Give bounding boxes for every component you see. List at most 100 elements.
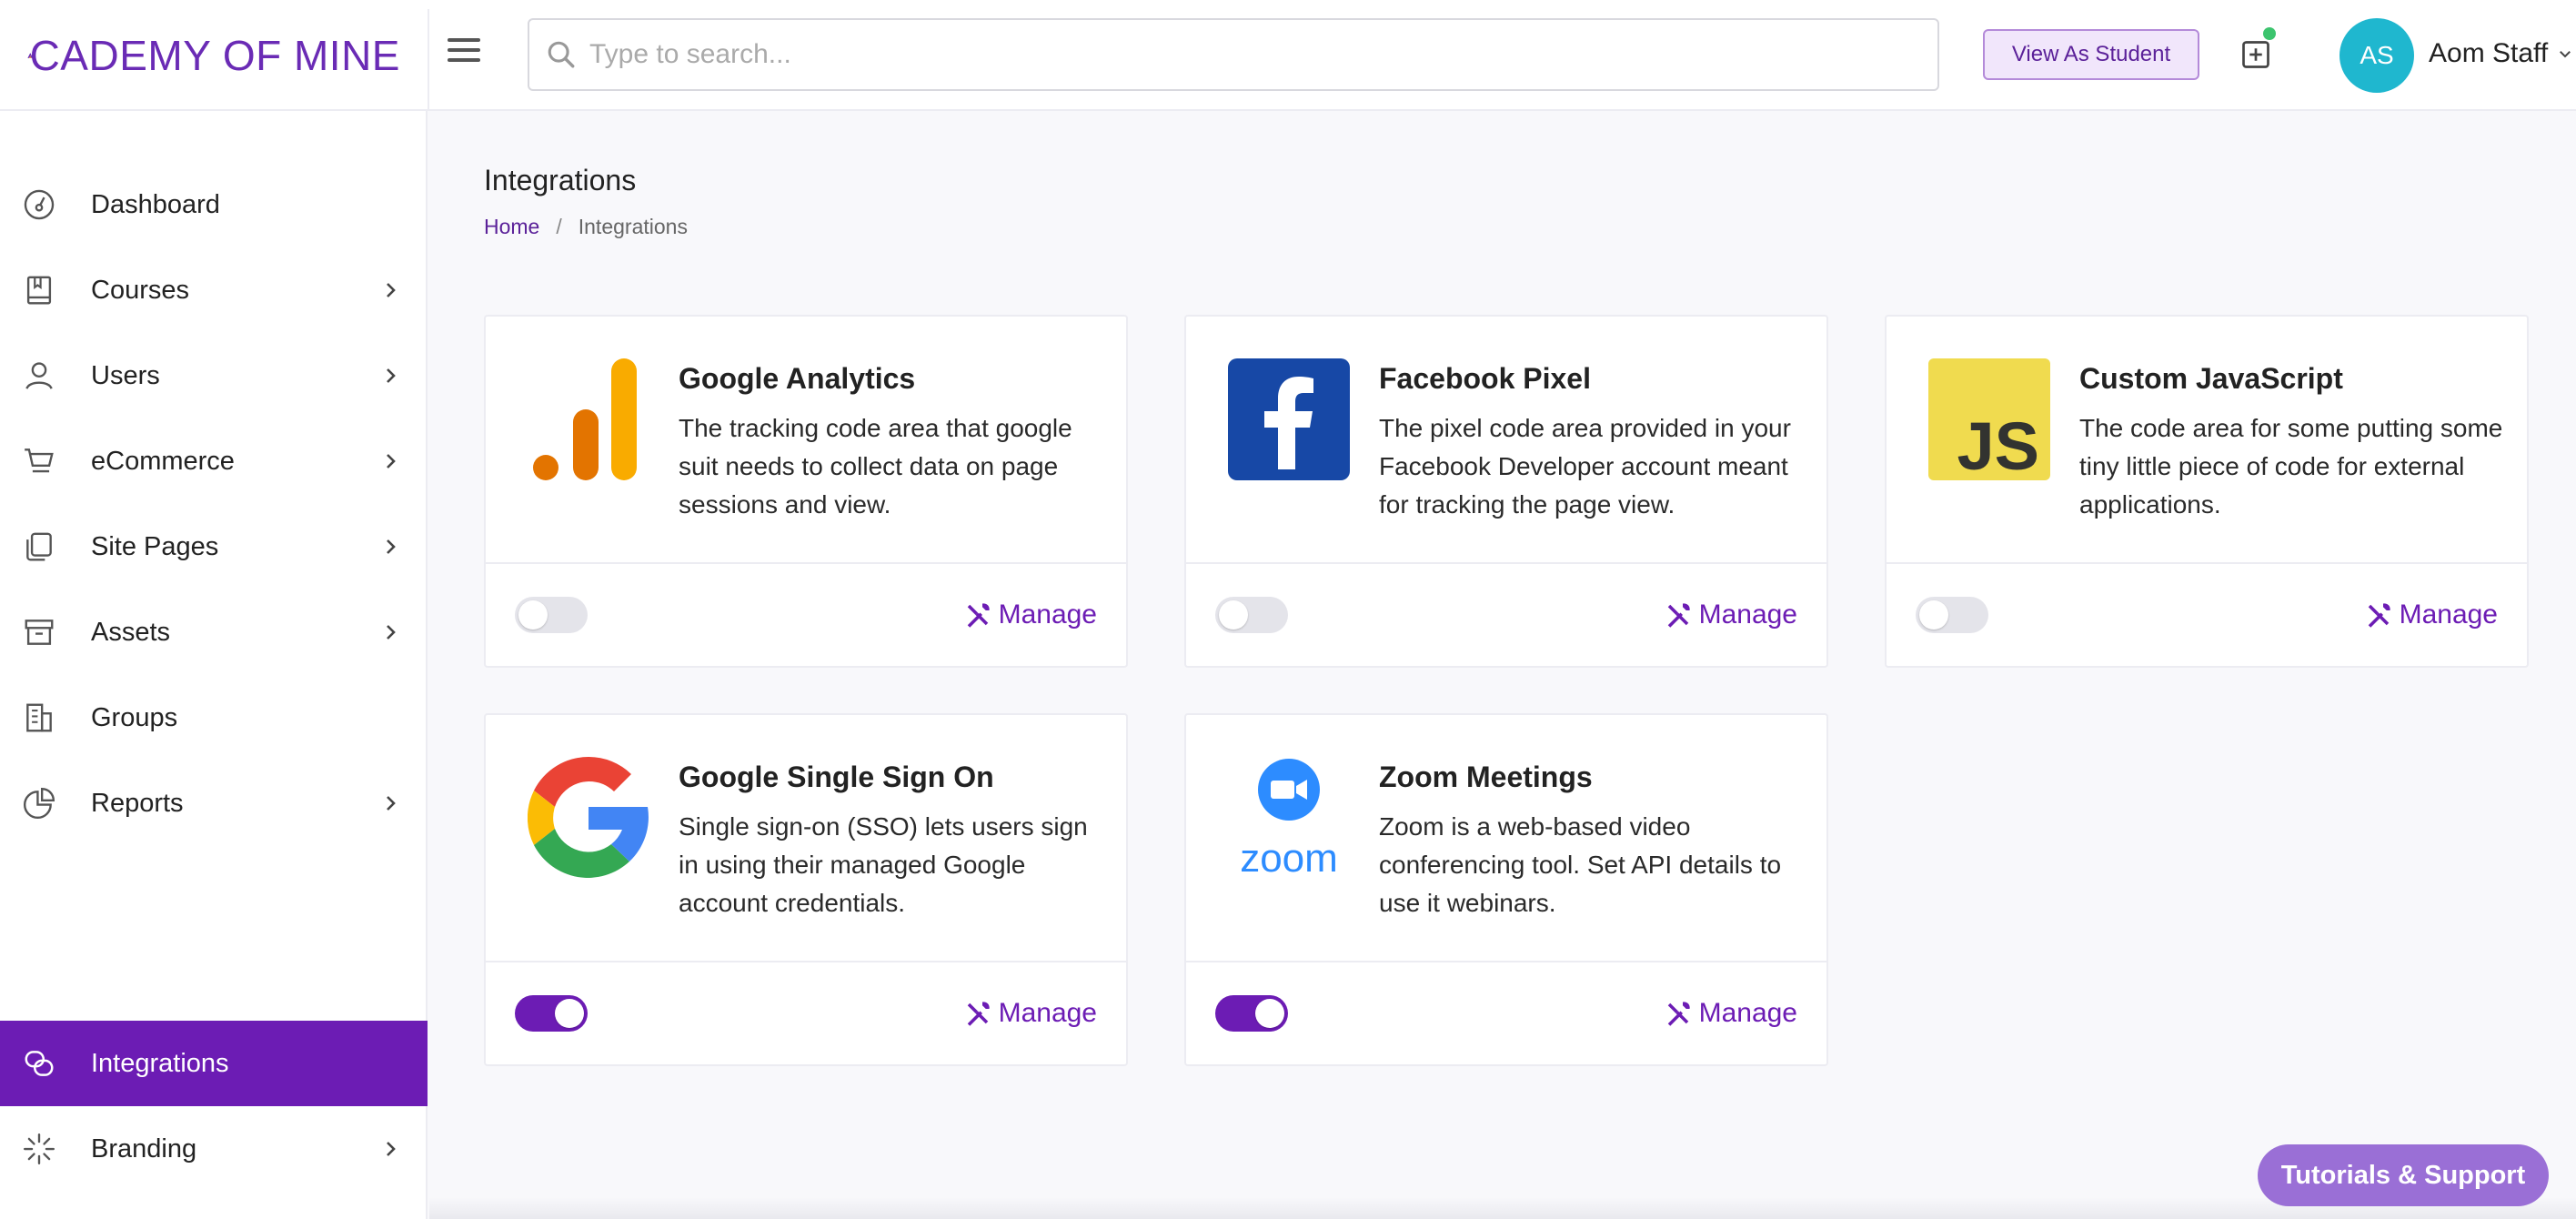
sidebar-item-label: Branding: [91, 1133, 197, 1164]
sidebar-item-assets[interactable]: Assets: [0, 589, 428, 675]
manage-label: Manage: [1698, 998, 1797, 1028]
tools-icon: [2368, 603, 2390, 628]
card-title: Google Analytics: [679, 362, 916, 395]
card-description: The pixel code area provided in your Fac…: [1379, 414, 1791, 519]
enable-toggle[interactable]: [1215, 995, 1288, 1032]
enable-toggle[interactable]: [1215, 597, 1288, 633]
sparkle-icon: [23, 1133, 55, 1165]
sidebar-item-site-pages[interactable]: Site Pages: [0, 504, 428, 589]
facebook-icon: [1228, 358, 1350, 480]
user-icon: [25, 362, 53, 389]
book-icon: [26, 276, 52, 305]
menu-toggle-icon[interactable]: [448, 38, 480, 71]
breadcrumb-home-link[interactable]: Home: [484, 215, 539, 239]
breadcrumb-current: Integrations: [578, 215, 688, 238]
manage-button[interactable]: Manage: [1665, 597, 1797, 633]
cart-icon: [25, 448, 54, 473]
archive-icon: [25, 620, 54, 645]
view-as-student-button[interactable]: View As Student: [1983, 29, 2199, 80]
zoom-icon: zoom: [1240, 759, 1338, 879]
sidebar-item-dashboard[interactable]: Dashboard: [0, 162, 428, 247]
logo-text: CADEMY OF MINE: [29, 32, 400, 79]
sidebar-item-label: Site Pages: [91, 531, 219, 561]
dashboard-icon: [24, 189, 55, 220]
card-title: Facebook Pixel: [1379, 362, 1591, 395]
search-icon: [548, 41, 575, 68]
breadcrumb-separator: /: [556, 215, 562, 238]
manage-label: Manage: [998, 599, 1097, 630]
manage-label: Manage: [998, 998, 1097, 1028]
sidebar-item-ecommerce[interactable]: eCommerce: [0, 418, 428, 504]
manage-button[interactable]: Manage: [964, 995, 1097, 1032]
integration-card-facebook-pixel: Facebook Pixel The pixel code area provi…: [1184, 315, 1828, 668]
notification-dot: [2263, 27, 2276, 40]
breadcrumb: Home / Integrations: [484, 215, 688, 239]
google-icon: [528, 757, 649, 878]
add-square-icon[interactable]: [2239, 38, 2272, 71]
sidebar-item-label: Users: [91, 360, 160, 390]
pie-chart-icon: [24, 787, 55, 819]
manage-label: Manage: [2399, 599, 2498, 630]
sidebar-item-label: Dashboard: [91, 189, 220, 219]
sidebar-item-courses[interactable]: Courses: [0, 247, 428, 333]
tutorials-support-button[interactable]: Tutorials & Support: [2258, 1144, 2549, 1206]
enable-toggle[interactable]: [1916, 597, 1988, 633]
card-description: The tracking code area that google suit …: [679, 414, 1072, 519]
chevron-right-icon: [387, 625, 396, 640]
sidebar-item-label: eCommerce: [91, 446, 235, 476]
javascript-logo-text: JS: [1957, 408, 2039, 480]
integration-card-custom-javascript: JS Custom JavaScript The code area for s…: [1885, 315, 2529, 668]
sidebar-item-label: Assets: [91, 617, 171, 647]
chevron-right-icon: [387, 539, 396, 554]
card-title: Custom JavaScript: [2079, 362, 2343, 395]
card-description: The code area for some putting some tiny…: [2079, 414, 2503, 519]
card-body: JS Custom JavaScript The code area for s…: [1887, 317, 2527, 564]
academy-of-mine-logo[interactable]: CADEMY OF MINE: [27, 24, 400, 87]
manage-button[interactable]: Manage: [2365, 597, 2498, 633]
sidebar-item-label: Integrations: [91, 1048, 229, 1078]
sidebar-item-branding[interactable]: Branding: [0, 1106, 428, 1192]
tools-icon: [967, 1002, 990, 1026]
manage-label: Manage: [1698, 599, 1797, 630]
tools-icon: [1667, 603, 1690, 628]
user-name-label: Aom Staff: [2429, 38, 2549, 68]
enable-toggle[interactable]: [515, 597, 588, 633]
chevron-right-icon: [387, 1142, 396, 1156]
tools-icon: [1667, 1002, 1690, 1026]
zoom-logo-text: zoom: [1240, 836, 1338, 879]
bottom-scroll-shadow: [429, 1197, 2576, 1219]
tools-icon: [967, 603, 990, 628]
javascript-icon: JS: [1928, 358, 2050, 480]
page-title: Integrations: [484, 164, 637, 196]
sidebar: Dashboard Courses Users eCommerce Site P…: [0, 111, 428, 1219]
integration-card-zoom-meetings: zoom Zoom Meetings Zoom is a web-based v…: [1184, 713, 1828, 1066]
enable-toggle[interactable]: [515, 995, 588, 1032]
avatar[interactable]: AS: [2340, 18, 2414, 93]
chevron-right-icon: [387, 283, 396, 297]
search-bar[interactable]: [528, 18, 1939, 91]
sidebar-item-integrations[interactable]: Integrations: [0, 1021, 428, 1106]
search-input[interactable]: [589, 39, 1863, 70]
card-body: Google Analytics The tracking code area …: [486, 317, 1126, 564]
sidebar-item-reports[interactable]: Reports: [0, 761, 428, 846]
integration-card-google-analytics: Google Analytics The tracking code area …: [484, 315, 1128, 668]
chevron-right-icon: [387, 454, 396, 468]
sidebar-item-label: Groups: [91, 702, 178, 732]
integration-card-google-sso: Google Single Sign On Single sign-on (SS…: [484, 713, 1128, 1066]
header-divider: [428, 9, 429, 111]
building-icon: [26, 703, 52, 732]
chevron-right-icon: [387, 796, 396, 811]
google-analytics-icon: [533, 358, 637, 480]
integrations-icon: [25, 1051, 54, 1076]
sidebar-item-users[interactable]: Users: [0, 333, 428, 418]
card-description: Zoom is a web-based video conferencing t…: [1379, 812, 1782, 917]
card-description: Single sign-on (SSO) lets users sign in …: [679, 812, 1088, 917]
chevron-down-icon: [2560, 51, 2571, 58]
top-header: CADEMY OF MINE View As Student AS Aom St…: [0, 0, 2576, 111]
sidebar-item-label: Courses: [91, 275, 189, 305]
user-menu[interactable]: Aom Staff: [2429, 38, 2573, 69]
manage-button[interactable]: Manage: [1665, 995, 1797, 1032]
chevron-right-icon: [387, 368, 396, 383]
sidebar-item-groups[interactable]: Groups: [0, 675, 428, 761]
manage-button[interactable]: Manage: [964, 597, 1097, 633]
